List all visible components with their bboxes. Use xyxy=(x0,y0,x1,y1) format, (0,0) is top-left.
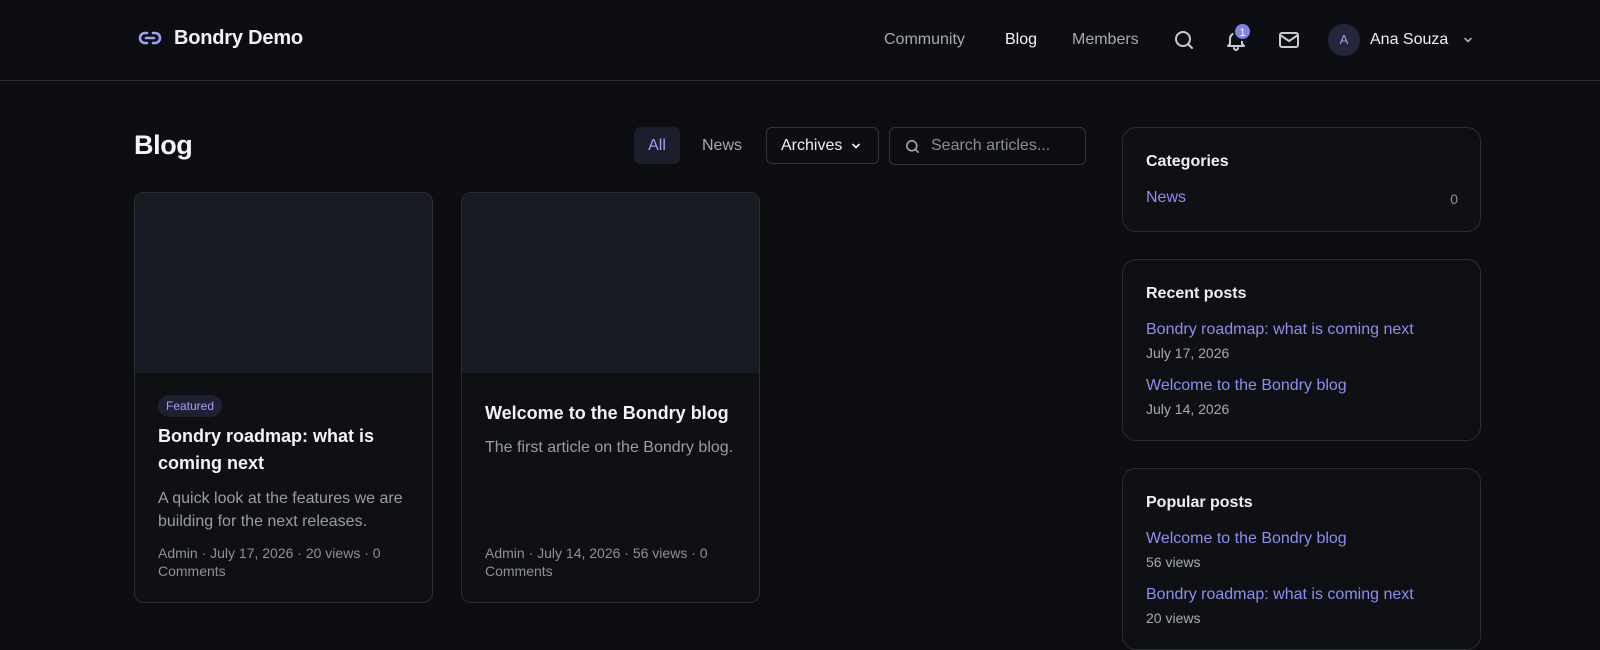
recent-post-date: July 17, 2026 xyxy=(1146,345,1230,361)
recent-post-link[interactable]: Welcome to the Bondry blog xyxy=(1146,377,1347,395)
filter-news-tab[interactable]: News xyxy=(702,127,742,164)
categories-widget: Categories News 0 xyxy=(1122,127,1481,232)
nav-blog[interactable]: Blog xyxy=(1005,31,1037,49)
user-name: Ana Souza xyxy=(1370,31,1449,48)
nav-members[interactable]: Members xyxy=(1072,31,1139,49)
post-title[interactable]: Bondry roadmap: what is coming next xyxy=(158,423,412,477)
popular-post-link[interactable]: Bondry roadmap: what is coming next xyxy=(1146,586,1414,604)
user-menu[interactable]: A Ana Souza xyxy=(1328,24,1474,56)
popular-posts-title: Popular posts xyxy=(1146,494,1253,511)
recent-posts-title: Recent posts xyxy=(1146,285,1247,302)
recent-post-date: July 14, 2026 xyxy=(1146,401,1230,417)
chevron-down-icon xyxy=(852,143,861,148)
popular-post-views: 20 views xyxy=(1146,610,1201,626)
post-cover-image xyxy=(135,193,432,373)
link-logo-icon xyxy=(138,31,162,45)
brand-name: Bondry Demo xyxy=(174,26,303,49)
recent-posts-widget: Recent posts Bondry roadmap: what is com… xyxy=(1122,259,1481,441)
search-input[interactable] xyxy=(931,137,1081,155)
recent-post-link[interactable]: Bondry roadmap: what is coming next xyxy=(1146,321,1414,339)
archives-label: Archives xyxy=(781,137,843,154)
search-icon[interactable] xyxy=(1172,28,1196,52)
post-meta: Admin · July 14, 2026 · 56 views · 0 Com… xyxy=(485,545,708,579)
search-icon xyxy=(906,139,919,153)
popular-post-link[interactable]: Welcome to the Bondry blog xyxy=(1146,530,1347,548)
post-excerpt: The first article on the Bondry blog. xyxy=(485,439,734,456)
top-navbar: Bondry Demo Community Blog Members 1 A A… xyxy=(0,0,1600,81)
post-cover-image xyxy=(462,193,759,373)
category-news-link[interactable]: News xyxy=(1146,189,1186,207)
post-meta: Admin · July 17, 2026 · 20 views · 0 Com… xyxy=(158,545,381,579)
mail-icon[interactable] xyxy=(1277,28,1301,52)
post-body: Welcome to the Bondry blog The first art… xyxy=(485,400,739,459)
popular-posts-widget: Popular posts Welcome to the Bondry blog… xyxy=(1122,468,1481,650)
category-count: 0 xyxy=(1450,191,1458,207)
page-title: Blog xyxy=(134,130,193,160)
archives-dropdown[interactable]: Archives xyxy=(766,127,879,164)
notification-badge: 1 xyxy=(1233,22,1252,41)
post-title[interactable]: Welcome to the Bondry blog xyxy=(485,400,739,427)
featured-badge: Featured xyxy=(158,395,223,417)
brand[interactable]: Bondry Demo xyxy=(138,26,303,50)
post-body: Featured Bondry roadmap: what is coming … xyxy=(158,395,412,533)
popular-post-views: 56 views xyxy=(1146,554,1201,570)
post-card-roadmap[interactable]: Featured Bondry roadmap: what is coming … xyxy=(134,192,433,603)
chevron-down-icon xyxy=(1464,37,1473,43)
avatar: A xyxy=(1328,24,1360,56)
search-box[interactable] xyxy=(889,127,1086,165)
nav-community[interactable]: Community xyxy=(884,31,965,49)
post-card-welcome[interactable]: Welcome to the Bondry blog The first art… xyxy=(461,192,760,603)
filter-all-tab[interactable]: All xyxy=(634,127,680,164)
categories-title: Categories xyxy=(1146,153,1229,170)
post-excerpt: A quick look at the features we are buil… xyxy=(158,490,403,530)
